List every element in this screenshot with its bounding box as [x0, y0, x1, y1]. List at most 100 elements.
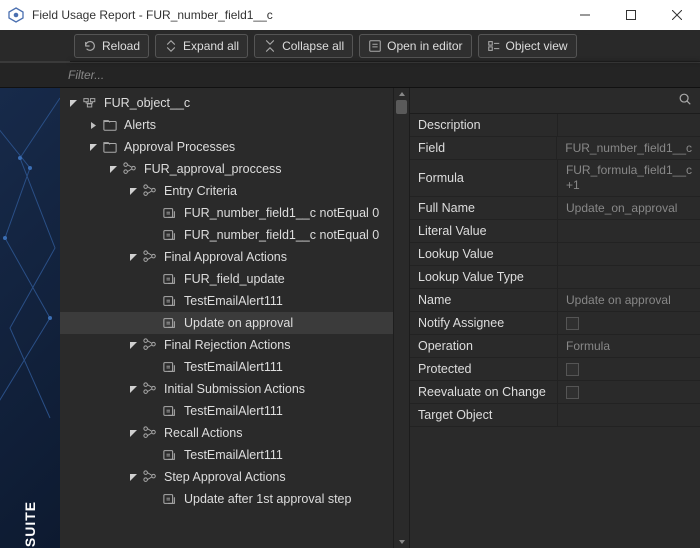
- object-icon: [82, 95, 98, 111]
- twisty-collapsed-icon[interactable]: [86, 118, 100, 132]
- twisty-expanded-icon[interactable]: [126, 184, 140, 198]
- property-name: Lookup Value: [410, 243, 558, 265]
- properties-table: DescriptionFieldFUR_number_field1__cForm…: [410, 114, 700, 427]
- tree-node-alerts[interactable]: Alerts: [60, 114, 393, 136]
- field-ref-icon: [162, 271, 178, 287]
- close-button[interactable]: [654, 0, 700, 30]
- minimize-button[interactable]: [562, 0, 608, 30]
- property-value[interactable]: [558, 404, 700, 426]
- property-row[interactable]: OperationFormula: [410, 335, 700, 358]
- scroll-up-icon[interactable]: [394, 88, 409, 100]
- property-row[interactable]: Full NameUpdate_on_approval: [410, 197, 700, 220]
- tree-leaf-entry2[interactable]: FUR_number_field1__c notEqual 0: [60, 224, 393, 246]
- collapse-all-label: Collapse all: [282, 39, 344, 53]
- scroll-thumb[interactable]: [396, 100, 407, 114]
- checkbox-icon[interactable]: [566, 317, 579, 330]
- property-name: Full Name: [410, 197, 558, 219]
- twisty-expanded-icon[interactable]: [126, 338, 140, 352]
- window-title: Field Usage Report - FUR_number_field1__…: [32, 8, 273, 22]
- tree-node-final-approval[interactable]: Final Approval Actions: [60, 246, 393, 268]
- property-row[interactable]: Literal Value: [410, 220, 700, 243]
- property-row[interactable]: Lookup Value Type: [410, 266, 700, 289]
- tree-node-approval-processes[interactable]: Approval Processes: [60, 136, 393, 158]
- property-row[interactable]: FormulaFUR_formula_field1__c +1: [410, 160, 700, 197]
- property-row[interactable]: NameUpdate on approval: [410, 289, 700, 312]
- property-name: Notify Assignee: [410, 312, 558, 334]
- actions-icon: [142, 249, 158, 265]
- twisty-expanded-icon[interactable]: [126, 426, 140, 440]
- open-in-editor-label: Open in editor: [387, 39, 462, 53]
- property-name: Reevaluate on Change: [410, 381, 558, 403]
- field-ref-icon: [162, 403, 178, 419]
- checkbox-icon[interactable]: [566, 363, 579, 376]
- tree-node-final-rejection[interactable]: Final Rejection Actions: [60, 334, 393, 356]
- expand-all-button[interactable]: Expand all: [155, 34, 248, 58]
- property-row[interactable]: Target Object: [410, 404, 700, 427]
- property-name: Description: [410, 114, 558, 136]
- reload-label: Reload: [102, 39, 140, 53]
- tree-node-step-approval[interactable]: Step Approval Actions: [60, 466, 393, 488]
- search-icon[interactable]: [678, 92, 692, 109]
- criteria-icon: [142, 183, 158, 199]
- twisty-expanded-icon[interactable]: [106, 162, 120, 176]
- collapse-all-button[interactable]: Collapse all: [254, 34, 353, 58]
- property-value[interactable]: FUR_number_field1__c: [557, 137, 700, 159]
- property-value[interactable]: [558, 243, 700, 265]
- tree-leaf-update-on-approval[interactable]: Update on approval: [60, 312, 393, 334]
- property-value[interactable]: [558, 312, 700, 334]
- tree-leaf-entry1[interactable]: FUR_number_field1__c notEqual 0: [60, 202, 393, 224]
- tree-leaf-fa2[interactable]: TestEmailAlert111: [60, 290, 393, 312]
- checkbox-icon[interactable]: [566, 386, 579, 399]
- property-value[interactable]: [558, 381, 700, 403]
- twisty-expanded-icon[interactable]: [86, 140, 100, 154]
- property-row[interactable]: Reevaluate on Change: [410, 381, 700, 404]
- property-name: Target Object: [410, 404, 558, 426]
- toolbar: Reload Expand all Collapse all Open in e…: [0, 30, 700, 62]
- tree-leaf-fa1[interactable]: FUR_field_update: [60, 268, 393, 290]
- property-value[interactable]: [558, 114, 700, 136]
- tree-node-initial-submission[interactable]: Initial Submission Actions: [60, 378, 393, 400]
- property-value[interactable]: Formula: [558, 335, 700, 357]
- app-side-stripe: SUITE: [0, 88, 60, 548]
- property-name: Name: [410, 289, 558, 311]
- property-value[interactable]: Update_on_approval: [558, 197, 700, 219]
- filter-input[interactable]: [68, 68, 700, 82]
- property-row[interactable]: Notify Assignee: [410, 312, 700, 335]
- twisty-expanded-icon[interactable]: [66, 96, 80, 110]
- property-row[interactable]: Lookup Value: [410, 243, 700, 266]
- tree-node-recall[interactable]: Recall Actions: [60, 422, 393, 444]
- process-icon: [122, 161, 138, 177]
- twisty-expanded-icon[interactable]: [126, 250, 140, 264]
- property-name: Lookup Value Type: [410, 266, 558, 288]
- object-view-button[interactable]: Object view: [478, 34, 577, 58]
- tree-leaf-sa1[interactable]: Update after 1st approval step: [60, 488, 393, 510]
- twisty-expanded-icon[interactable]: [126, 470, 140, 484]
- open-in-editor-button[interactable]: Open in editor: [359, 34, 471, 58]
- property-row[interactable]: Protected: [410, 358, 700, 381]
- tree-leaf-fr1[interactable]: TestEmailAlert111: [60, 356, 393, 378]
- property-name: Literal Value: [410, 220, 558, 242]
- property-value[interactable]: FUR_formula_field1__c +1: [558, 160, 700, 196]
- property-row[interactable]: Description: [410, 114, 700, 137]
- maximize-button[interactable]: [608, 0, 654, 30]
- tree[interactable]: FUR_object__c Alerts Approval Processes …: [60, 88, 393, 548]
- property-value[interactable]: [558, 266, 700, 288]
- tree-leaf-is1[interactable]: TestEmailAlert111: [60, 400, 393, 422]
- properties-search-input[interactable]: [418, 94, 678, 108]
- tree-scrollbar[interactable]: [393, 88, 409, 548]
- tree-leaf-rc1[interactable]: TestEmailAlert111: [60, 444, 393, 466]
- property-value[interactable]: [558, 220, 700, 242]
- scroll-down-icon[interactable]: [394, 536, 409, 548]
- twisty-expanded-icon[interactable]: [126, 382, 140, 396]
- reload-button[interactable]: Reload: [74, 34, 149, 58]
- tree-node-entry-criteria[interactable]: Entry Criteria: [60, 180, 393, 202]
- filter-row: [0, 62, 700, 88]
- tree-node-approval-proc[interactable]: FUR_approval_proccess: [60, 158, 393, 180]
- field-ref-icon: [162, 293, 178, 309]
- property-value[interactable]: Update on approval: [558, 289, 700, 311]
- tree-node-root[interactable]: FUR_object__c: [60, 92, 393, 114]
- property-name: Field: [410, 137, 557, 159]
- property-row[interactable]: FieldFUR_number_field1__c: [410, 137, 700, 160]
- property-name: Operation: [410, 335, 558, 357]
- property-value[interactable]: [558, 358, 700, 380]
